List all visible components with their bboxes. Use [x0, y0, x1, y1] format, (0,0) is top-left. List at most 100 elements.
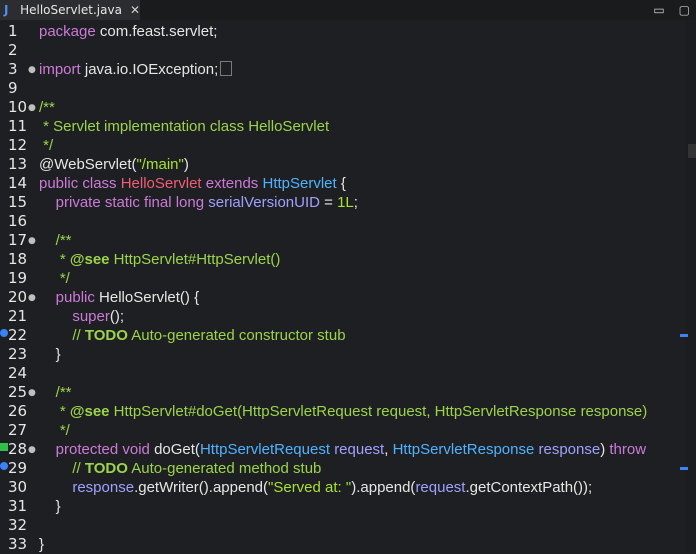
line-number: 30 — [8, 478, 28, 496]
code-line[interactable]: 10 ●/** — [0, 98, 684, 117]
code-line[interactable]: 15 private static final long serialVersi… — [0, 193, 684, 212]
code-text: */ — [39, 270, 70, 287]
fold-icon[interactable]: ● — [28, 65, 36, 75]
line-number: 22 — [8, 326, 28, 344]
editor-tab-bar: J HelloServlet.java ✕ ▭ ▢ — [0, 0, 696, 21]
code-text: * Servlet implementation class HelloServ… — [39, 118, 330, 135]
fold-icon[interactable]: ● — [28, 293, 36, 303]
code-text: } — [39, 498, 61, 515]
code-line[interactable]: 3 ● import java.io.IOException; — [0, 60, 684, 79]
minimize-icon[interactable]: ▭ — [653, 3, 664, 17]
maximize-icon[interactable]: ▢ — [679, 3, 690, 17]
code-line[interactable]: 1 package com.feast.servlet; — [0, 22, 684, 41]
line-number: 3 — [8, 60, 18, 78]
line-number: 24 — [8, 364, 28, 382]
code-line[interactable]: 30 response.getWriter().append("Served a… — [0, 478, 684, 497]
code-text: public class HelloServlet extends HttpSe… — [39, 175, 346, 192]
line-number: 25 — [8, 383, 28, 401]
line-number: 23 — [8, 345, 28, 363]
fold-icon[interactable]: ● — [28, 445, 36, 455]
overview-ruler — [678, 20, 696, 552]
code-line[interactable]: 27 */ — [0, 421, 684, 440]
line-number: 27 — [8, 421, 28, 439]
code-line[interactable]: 19 */ — [0, 269, 684, 288]
code-line[interactable]: 33} — [0, 535, 684, 554]
line-number: 28 — [8, 440, 28, 458]
line-number: 1 — [8, 22, 18, 40]
code-text: */ — [39, 137, 54, 154]
code-text: response.getWriter().append("Served at: … — [72, 479, 593, 496]
code-text: protected void doGet(HttpServletRequest … — [55, 441, 647, 458]
code-text: /** — [39, 99, 55, 116]
overview-marker[interactable] — [680, 334, 688, 337]
window-controls: ▭ ▢ — [653, 0, 690, 20]
line-number: 10 — [8, 98, 28, 116]
task-marker-icon — [0, 329, 8, 337]
code-line[interactable]: 17 ● /** — [0, 231, 684, 250]
code-line[interactable]: 11 * Servlet implementation class HelloS… — [0, 117, 684, 136]
code-text: /** — [39, 232, 72, 249]
code-text: * @see HttpServlet#doGet(HttpServletRequ… — [39, 403, 648, 420]
line-number: 21 — [8, 307, 28, 325]
code-line[interactable]: 12 */ — [0, 136, 684, 155]
code-text: package com.feast.servlet; — [39, 23, 218, 40]
line-number: 26 — [8, 402, 28, 420]
tab-title: HelloServlet.java — [20, 3, 122, 17]
code-text: super(); — [72, 308, 125, 325]
code-line[interactable]: 29 // TODO Auto-generated method stub — [0, 459, 684, 478]
task-marker-icon — [0, 462, 8, 470]
line-number: 18 — [8, 250, 28, 268]
line-number: 12 — [8, 136, 28, 154]
line-number: 2 — [8, 41, 18, 59]
code-line[interactable]: 22 // TODO Auto-generated constructor st… — [0, 326, 684, 345]
code-line[interactable]: 31 } — [0, 497, 684, 516]
code-line[interactable]: 14 public class HelloServlet extends Http… — [0, 174, 684, 193]
code-text: // TODO Auto-generated constructor stub — [39, 327, 346, 344]
line-number: 13 — [8, 155, 28, 173]
code-text: /** — [39, 384, 72, 401]
code-editor[interactable]: 1 package com.feast.servlet; 2 3 ● import jav… — [0, 20, 696, 554]
fold-icon[interactable]: ● — [28, 103, 36, 113]
code-line[interactable]: 13 @WebServlet("/main") — [0, 155, 684, 174]
line-number: 33 — [8, 535, 28, 553]
code-line[interactable]: 24 — [0, 364, 684, 383]
code-text: // TODO Auto-generated method stub — [39, 460, 322, 477]
code-text: * @see HttpServlet#HttpServlet() — [39, 251, 281, 268]
code-text: private static final long serialVersionU… — [55, 194, 358, 211]
line-number: 19 — [8, 269, 28, 287]
fold-icon[interactable]: ● — [28, 236, 36, 246]
line-number: 17 — [8, 231, 28, 249]
close-icon[interactable]: ✕ — [130, 3, 140, 17]
code-line[interactable]: 2 — [0, 41, 684, 60]
line-number: 31 — [8, 497, 28, 515]
line-number: 20 — [8, 288, 28, 306]
code-line[interactable]: 32 — [0, 516, 684, 535]
code-line[interactable]: 28 ● protected void doGet(HttpServletRequ… — [0, 440, 684, 459]
code-text: public HelloServlet() { — [55, 289, 200, 306]
code-text: */ — [39, 422, 70, 439]
code-line[interactable]: 9 — [0, 79, 684, 98]
code-line[interactable]: 16 — [0, 212, 684, 231]
code-text: import java.io.IOException; — [39, 60, 233, 79]
code-line[interactable]: 26 * @see HttpServlet#doGet(HttpServletR… — [0, 402, 684, 421]
line-number: 15 — [8, 193, 28, 211]
line-number: 16 — [8, 212, 28, 230]
line-number: 11 — [8, 117, 28, 135]
overview-marker[interactable] — [680, 467, 688, 470]
line-number: 14 — [8, 174, 28, 192]
line-number: 9 — [8, 79, 18, 97]
line-number: 29 — [8, 459, 28, 477]
override-marker-icon — [0, 443, 8, 451]
code-text: } — [39, 346, 61, 363]
code-line[interactable]: 23 } — [0, 345, 684, 364]
fold-icon[interactable]: ● — [28, 388, 36, 398]
line-number: 32 — [8, 516, 28, 534]
code-text: } — [39, 536, 45, 553]
code-line[interactable]: 25 ● /** — [0, 383, 684, 402]
java-file-icon: J — [4, 3, 9, 17]
code-text: @WebServlet("/main") — [39, 156, 189, 173]
tab-helloservlet-java[interactable]: J HelloServlet.java ✕ — [0, 0, 140, 20]
code-line[interactable]: 21 super(); — [0, 307, 684, 326]
code-line[interactable]: 20 ● public HelloServlet() { — [0, 288, 684, 307]
code-line[interactable]: 18 * @see HttpServlet#HttpServlet() — [0, 250, 684, 269]
